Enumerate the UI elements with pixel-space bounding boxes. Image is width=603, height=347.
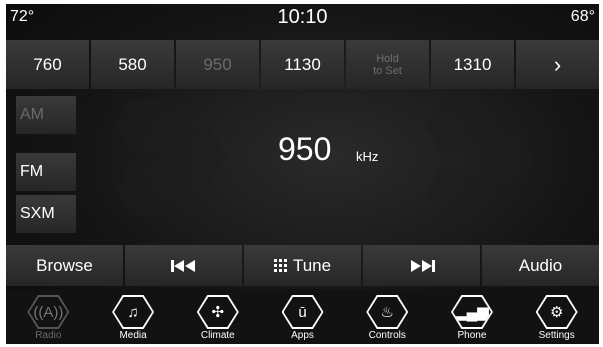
skip-back-icon — [170, 259, 195, 272]
radio-icon: ((A)) — [29, 297, 68, 327]
background-hex — [116, 164, 176, 216]
nav-label: Phone — [457, 330, 487, 341]
radio-screen: 72° 10:10 68° 760 580 950 1130 Hold to S… — [6, 4, 599, 344]
seek-forward-button[interactable] — [363, 245, 480, 286]
preset-button-active[interactable]: 950 — [176, 40, 259, 89]
band-fm-button[interactable]: FM — [16, 153, 76, 191]
next-presets-chevron-icon[interactable]: › — [516, 40, 599, 89]
band-am-button[interactable]: AM — [16, 96, 76, 134]
gear-icon: ⚙ — [537, 297, 576, 327]
apps-icon: ū — [283, 297, 322, 327]
preset-button[interactable]: 1310 — [431, 40, 514, 89]
nav-label: Settings — [538, 330, 575, 341]
background-hex — [476, 134, 536, 186]
tune-label: Tune — [292, 255, 332, 275]
band-sxm-button[interactable]: SXM — [16, 195, 76, 233]
outside-temp-right: 68° — [570, 8, 595, 25]
keypad-icon — [273, 258, 287, 272]
preset-button[interactable]: 1130 — [261, 40, 344, 89]
clock: 10:10 — [277, 6, 328, 28]
audio-label: Audio — [518, 255, 563, 275]
background-hex — [426, 99, 486, 151]
nav-media[interactable]: ♫ Media — [91, 289, 176, 344]
tune-button[interactable]: Tune — [244, 245, 361, 286]
preset-hold-to-set[interactable]: Hold to Set — [346, 40, 429, 89]
browse-label: Browse — [36, 255, 93, 275]
nav-controls[interactable]: ♨ Controls — [345, 289, 430, 344]
climate-fan-icon: ✣ — [198, 297, 237, 327]
preset-button[interactable]: 580 — [91, 40, 174, 89]
nav-label: Apps — [291, 330, 314, 341]
browse-button[interactable]: Browse — [6, 245, 123, 286]
nav-climate[interactable]: ✣ Climate — [175, 289, 260, 344]
nav-label: Controls — [368, 330, 406, 341]
bottom-nav: ((A)) Radio ♫ Media ✣ Climate ū Apps ♨ C… — [6, 289, 599, 344]
nav-radio[interactable]: ((A)) Radio — [6, 289, 91, 344]
audio-button[interactable]: Audio — [482, 245, 599, 286]
preset-button[interactable]: 760 — [6, 40, 89, 89]
nav-settings[interactable]: ⚙ Settings — [514, 289, 599, 344]
background-hex — [116, 99, 176, 151]
background-hex — [426, 169, 486, 221]
status-bar: 72° 10:10 68° — [6, 4, 599, 30]
phone-signal-icon: ▂▄▆ — [452, 297, 491, 327]
seat-controls-icon: ♨ — [368, 297, 407, 327]
seek-back-button[interactable] — [125, 245, 242, 286]
frequency-unit: kHz — [356, 149, 379, 164]
music-note-icon: ♫ — [114, 297, 153, 327]
control-bar: Browse Tune Audio — [6, 245, 599, 286]
nav-label: Radio — [35, 330, 62, 341]
background-hex — [166, 129, 226, 181]
nav-apps[interactable]: ū Apps — [260, 289, 345, 344]
nav-phone[interactable]: ▂▄▆ Phone — [430, 289, 515, 344]
nav-label: Media — [119, 330, 147, 341]
preset-bar: 760 580 950 1130 Hold to Set 1310 › — [6, 40, 599, 89]
skip-forward-icon — [410, 259, 435, 272]
frequency-display: 950 — [278, 131, 332, 167]
nav-label: Climate — [200, 330, 235, 341]
